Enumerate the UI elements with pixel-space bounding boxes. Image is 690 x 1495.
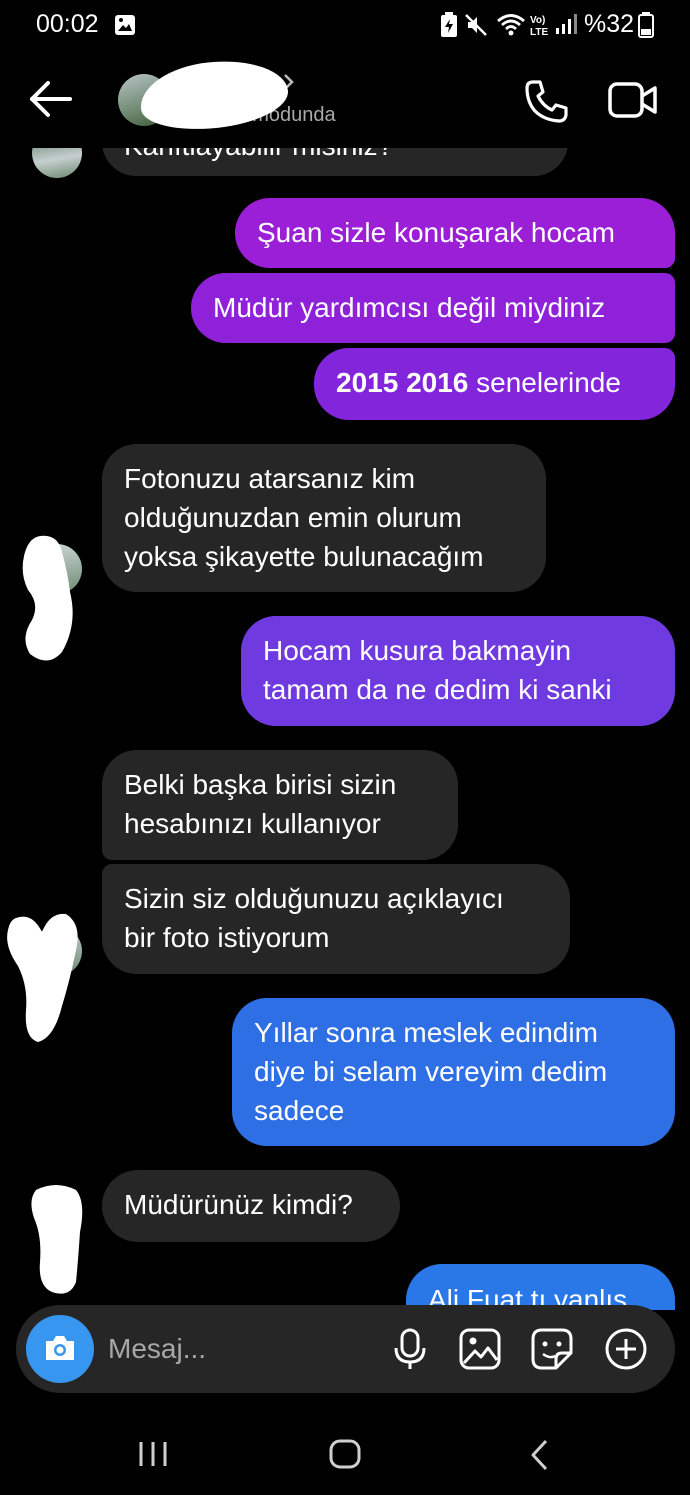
svg-text:Vo): Vo) (530, 15, 545, 26)
message-composer (16, 1305, 675, 1393)
plus-icon[interactable] (604, 1327, 648, 1371)
battery-saver-icon (441, 12, 457, 37)
phone-icon[interactable] (524, 78, 570, 124)
back-nav-icon[interactable] (528, 1438, 552, 1472)
sticker-icon[interactable] (530, 1327, 574, 1371)
wifi-icon (497, 14, 525, 36)
message-bubble-outgoing[interactable]: Şuan sizle konuşarak hocam (235, 198, 675, 268)
battery-percent: %32 (584, 10, 635, 38)
redaction-scribble (22, 535, 73, 661)
message-bubble-incoming[interactable]: Fotonuzu atarsanız kim olduğunuzdan emin… (102, 444, 546, 592)
back-arrow-icon[interactable] (26, 76, 76, 122)
message-bubble-outgoing[interactable]: 2015 2016 senelerinde (314, 348, 675, 420)
camera-button[interactable] (26, 1315, 94, 1383)
message-bubble-outgoing[interactable]: Ali Fuat tı yanlış (406, 1264, 675, 1310)
message-bubble-outgoing[interactable]: Yıllar sonra meslek edindim diye bi sela… (232, 998, 675, 1146)
redaction-scribble (7, 913, 78, 1042)
svg-text:LTE: LTE (530, 27, 548, 38)
video-camera-icon[interactable] (608, 80, 658, 120)
system-nav-bar (0, 1408, 690, 1495)
recent-apps-icon[interactable] (136, 1440, 170, 1468)
image-icon[interactable] (458, 1327, 502, 1371)
message-input[interactable] (108, 1325, 378, 1373)
redaction-scribble (31, 1185, 83, 1294)
battery-icon (638, 12, 654, 38)
message-bubble-outgoing[interactable]: Hocam kusura bakmayin tamam da ne dedim … (241, 616, 675, 726)
home-icon[interactable] (328, 1438, 362, 1470)
camera-icon (46, 1336, 74, 1360)
signal-icon (556, 14, 577, 34)
status-time: 00:02 (36, 10, 99, 38)
chat-header: n Öykü modunda (0, 52, 690, 148)
message-bubble-incoming[interactable]: Sizin siz olduğunuzu açıklayıcı bir foto… (102, 864, 570, 974)
volte-icon: Vo) LTE (530, 15, 548, 38)
message-bubble-incoming[interactable]: Müdürünüz kimdi? (102, 1170, 400, 1242)
microphone-icon[interactable] (388, 1327, 432, 1371)
message-bubble-outgoing[interactable]: Müdür yardımcısı değil miydiniz (191, 273, 675, 343)
gallery-icon (115, 15, 135, 35)
mute-icon (465, 14, 487, 36)
message-bubble-incoming[interactable]: Belki başka birisi sizin hesabınızı kull… (102, 750, 458, 860)
status-bar: 00:02 Vo) LTE %32 (0, 0, 690, 52)
